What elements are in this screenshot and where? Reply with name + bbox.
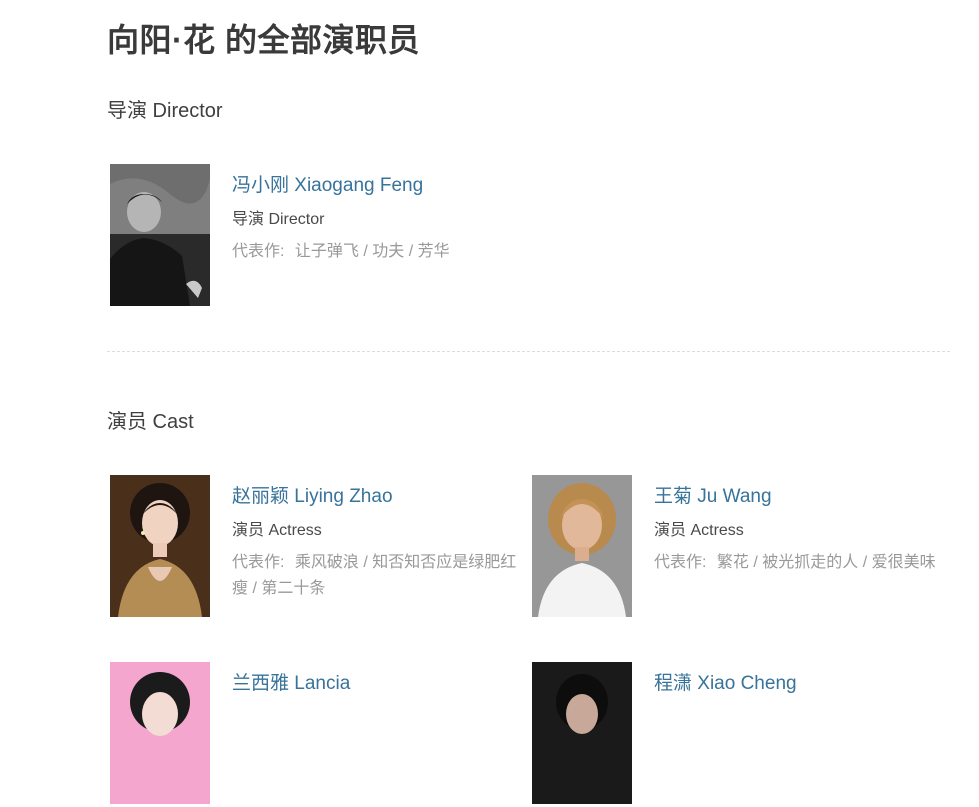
work-link[interactable]: 第二十条	[261, 580, 325, 597]
director-portrait-image	[110, 164, 210, 306]
works-label: 代表作:	[232, 243, 285, 260]
page-title: 向阳·花 的全部演职员	[107, 22, 421, 58]
works-label: 代表作:	[654, 554, 707, 571]
works-label: 代表作:	[232, 554, 285, 571]
person-card: 程潇 Xiao Cheng	[529, 662, 949, 807]
person-works: 代表作: 乘风破浪 / 知否知否应是绿肥红瘦 / 第二十条	[232, 554, 517, 597]
work-link[interactable]: 繁花	[717, 554, 749, 571]
actress-portrait-image	[110, 662, 210, 804]
section-title-cast: 演员 Cast	[107, 411, 194, 433]
section-title-director: 导演 Director	[107, 100, 223, 122]
person-name-link[interactable]: 赵丽颖 Liying Zhao	[232, 485, 532, 509]
actress-portrait-image	[532, 475, 632, 617]
person-card: 赵丽颖 Liying Zhao 演员 Actress 代表作: 乘风破浪 / 知…	[107, 475, 527, 620]
actress-portrait-image	[532, 662, 632, 804]
person-name-link[interactable]: 王菊 Ju Wang	[654, 485, 954, 509]
person-photo[interactable]	[532, 475, 632, 617]
work-link[interactable]: 功夫	[372, 243, 404, 260]
person-photo[interactable]	[110, 662, 210, 804]
person-name-link[interactable]: 兰西雅 Lancia	[232, 672, 532, 696]
person-photo[interactable]	[532, 662, 632, 804]
person-photo[interactable]	[110, 164, 210, 306]
person-works: 代表作: 繁花 / 被光抓走的人 / 爱很美味	[654, 554, 936, 571]
work-link[interactable]: 爱很美味	[872, 554, 936, 571]
person-card: 王菊 Ju Wang 演员 Actress 代表作: 繁花 / 被光抓走的人 /…	[529, 475, 949, 620]
person-card: 冯小刚 Xiaogang Feng 导演 Director 代表作: 让子弹飞 …	[107, 164, 527, 309]
work-link[interactable]: 芳华	[418, 243, 450, 260]
section-divider	[107, 351, 950, 352]
person-name-link[interactable]: 程潇 Xiao Cheng	[654, 672, 954, 696]
person-card: 兰西雅 Lancia	[107, 662, 527, 807]
person-role: 导演 Director	[232, 211, 325, 228]
work-link[interactable]: 乘风破浪	[295, 554, 359, 571]
person-role: 演员 Actress	[654, 522, 744, 539]
person-works: 代表作: 让子弹飞 / 功夫 / 芳华	[232, 243, 450, 260]
work-link[interactable]: 让子弹飞	[295, 243, 359, 260]
person-role: 演员 Actress	[232, 522, 322, 539]
actress-portrait-image	[110, 475, 210, 617]
person-name-link[interactable]: 冯小刚 Xiaogang Feng	[232, 174, 532, 198]
person-photo[interactable]	[110, 475, 210, 617]
work-link[interactable]: 被光抓走的人	[762, 554, 858, 571]
